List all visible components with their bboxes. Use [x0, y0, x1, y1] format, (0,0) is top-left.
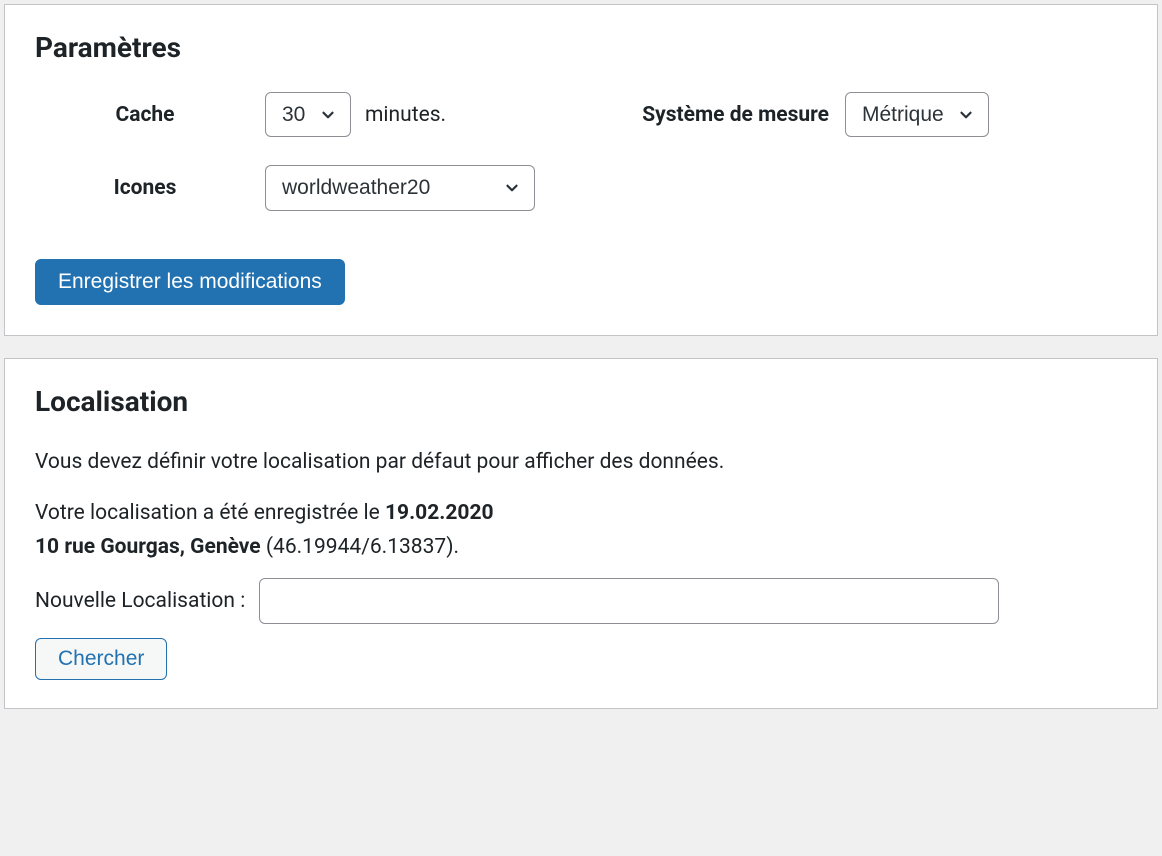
localisation-saved: Votre localisation a été enregistrée le …: [35, 497, 1127, 564]
cache-select-wrap: 30: [265, 92, 351, 137]
settings-panel: Paramètres Cache 30 minutes. Système de …: [4, 4, 1158, 336]
cache-select[interactable]: 30: [265, 92, 351, 137]
saved-coords: (46.19944/6.13837).: [261, 535, 459, 559]
localisation-heading: Localisation: [35, 385, 1127, 418]
icons-label: Icones: [35, 176, 255, 200]
cache-unit: minutes.: [365, 103, 446, 127]
saved-prefix: Votre localisation a été enregistrée le: [35, 501, 385, 525]
new-localisation-label: Nouvelle Localisation :: [35, 589, 245, 613]
new-localisation-row: Nouvelle Localisation :: [35, 578, 1127, 624]
settings-grid: Cache 30 minutes. Système de mesure Métr…: [35, 92, 1127, 211]
icons-select-wrap: worldweather20: [265, 165, 535, 210]
saved-address: 10 rue Gourgas, Genève: [35, 535, 261, 559]
localisation-intro: Vous devez définir votre localisation pa…: [35, 446, 1127, 480]
search-button[interactable]: Chercher: [35, 638, 167, 680]
icons-select[interactable]: worldweather20: [265, 165, 535, 210]
cache-field-group: 30 minutes.: [265, 92, 585, 137]
measure-select-wrap: Métrique: [845, 92, 989, 137]
settings-heading: Paramètres: [35, 31, 1127, 64]
measure-select[interactable]: Métrique: [845, 92, 989, 137]
icons-field-group: worldweather20: [265, 165, 585, 210]
save-button[interactable]: Enregistrer les modifications: [35, 259, 345, 305]
measure-field-group: Métrique: [845, 92, 1127, 137]
localisation-panel: Localisation Vous devez définir votre lo…: [4, 358, 1158, 710]
cache-label: Cache: [35, 103, 255, 127]
saved-date: 19.02.2020: [385, 501, 494, 525]
new-localisation-input[interactable]: [259, 578, 999, 624]
measure-label: Système de mesure: [595, 103, 835, 127]
